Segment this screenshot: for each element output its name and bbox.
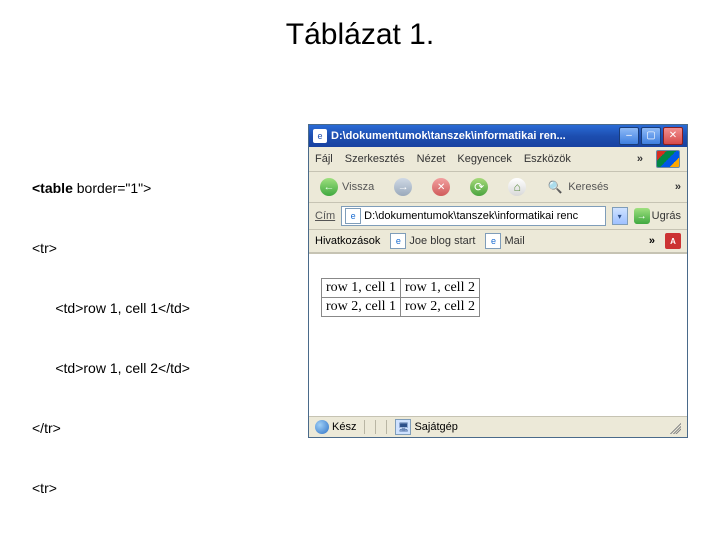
html-code-example: <table border="1"> <tr> <td>row 1, cell …: [32, 138, 190, 540]
navigation-toolbar: Vissza Keresés »: [309, 172, 687, 203]
stop-button[interactable]: [427, 175, 455, 199]
forward-arrow-icon: [394, 178, 412, 196]
links-overflow-icon[interactable]: »: [649, 235, 655, 247]
search-label: Keresés: [568, 181, 608, 193]
separator: [364, 420, 365, 434]
links-label: Hivatkozások: [315, 235, 380, 247]
home-icon: [508, 178, 526, 196]
status-bar: Kész 🖥 Sajátgép: [309, 416, 687, 437]
rendered-table: row 1, cell 1 row 1, cell 2 row 2, cell …: [321, 278, 480, 317]
home-button[interactable]: [503, 175, 531, 199]
table-cell: row 2, cell 2: [400, 298, 479, 317]
stop-icon: [432, 178, 450, 196]
table-row: row 1, cell 1 row 1, cell 2: [322, 279, 480, 298]
table-row: row 2, cell 1 row 2, cell 2: [322, 298, 480, 317]
go-label: Ugrás: [652, 210, 681, 222]
search-button[interactable]: Keresés: [541, 175, 613, 199]
code-line: <td>row 1, cell 2</td>: [32, 358, 190, 378]
menu-tools[interactable]: Eszközök: [524, 153, 571, 165]
pdf-icon[interactable]: A: [665, 233, 681, 249]
address-input[interactable]: e D:\dokumentumok\tanszek\informatikai r…: [341, 206, 605, 226]
windows-logo-icon: [655, 149, 681, 169]
code-token: border="1">: [73, 180, 151, 196]
address-value: D:\dokumentumok\tanszek\informatikai ren…: [364, 210, 578, 222]
page-icon: e: [390, 233, 406, 249]
search-icon: [546, 178, 564, 196]
table-cell: row 1, cell 2: [400, 279, 479, 298]
separator: [386, 420, 387, 434]
status-text: Kész: [332, 421, 356, 433]
back-arrow-icon: [320, 178, 338, 196]
page-content: row 1, cell 1 row 1, cell 2 row 2, cell …: [309, 253, 687, 416]
back-label: Vissza: [342, 181, 374, 193]
globe-icon: [315, 420, 329, 434]
menu-overflow-icon[interactable]: »: [637, 153, 643, 165]
code-line: <td>row 1, cell 1</td>: [32, 298, 190, 318]
address-label: Cím: [315, 210, 335, 222]
table-cell: row 1, cell 1: [322, 279, 401, 298]
menu-view[interactable]: Nézet: [417, 153, 446, 165]
separator: [375, 420, 376, 434]
address-dropdown-icon[interactable]: ▾: [612, 207, 628, 225]
code-token: <table: [32, 180, 73, 196]
maximize-button[interactable]: ▢: [641, 127, 661, 145]
address-bar: Cím e D:\dokumentumok\tanszek\informatik…: [309, 203, 687, 230]
resize-grip-icon[interactable]: [667, 420, 681, 434]
go-button[interactable]: Ugrás: [634, 208, 681, 224]
window-titlebar[interactable]: e D:\dokumentumok\tanszek\informatikai r…: [309, 125, 687, 147]
links-item-label: Mail: [504, 235, 524, 247]
refresh-icon: [470, 178, 488, 196]
computer-icon: 🖥: [395, 419, 411, 435]
menu-file[interactable]: Fájl: [315, 153, 333, 165]
links-item[interactable]: e Joe blog start: [390, 233, 475, 249]
forward-button[interactable]: [389, 175, 417, 199]
code-line: <tr>: [32, 238, 190, 258]
refresh-button[interactable]: [465, 175, 493, 199]
toolbar-overflow-icon[interactable]: »: [675, 181, 681, 193]
go-arrow-icon: [634, 208, 650, 224]
table-cell: row 2, cell 1: [322, 298, 401, 317]
window-title: D:\dokumentumok\tanszek\informatikai ren…: [331, 130, 615, 142]
ie-icon: e: [313, 129, 327, 143]
links-item-label: Joe blog start: [409, 235, 475, 247]
close-button[interactable]: ✕: [663, 127, 683, 145]
menu-bar: Fájl Szerkesztés Nézet Kegyencek Eszközö…: [309, 147, 687, 172]
menu-edit[interactable]: Szerkesztés: [345, 153, 405, 165]
code-line: </tr>: [32, 418, 190, 438]
back-button[interactable]: Vissza: [315, 175, 379, 199]
links-bar: Hivatkozások e Joe blog start e Mail » A: [309, 230, 687, 253]
links-item[interactable]: e Mail: [485, 233, 524, 249]
code-line: <tr>: [32, 478, 190, 498]
menu-favorites[interactable]: Kegyencek: [457, 153, 511, 165]
status-zone: Sajátgép: [414, 421, 457, 433]
slide-title: Táblázat 1.: [0, 18, 720, 52]
page-icon: e: [485, 233, 501, 249]
page-icon: e: [345, 208, 361, 224]
minimize-button[interactable]: –: [619, 127, 639, 145]
browser-window: e D:\dokumentumok\tanszek\informatikai r…: [308, 124, 688, 438]
